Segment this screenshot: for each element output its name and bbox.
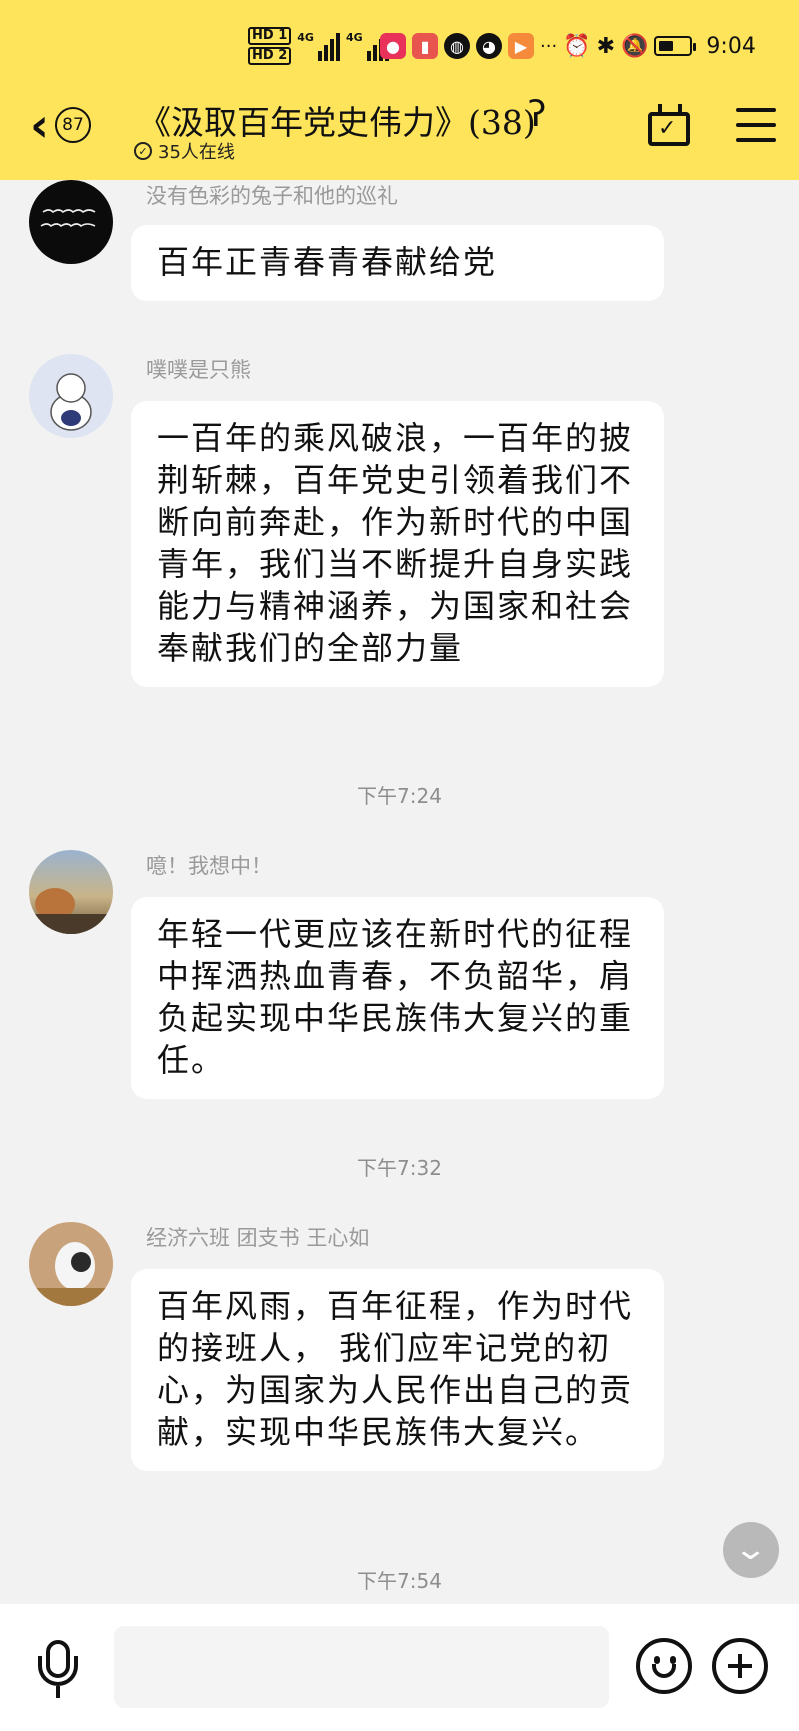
chevron-left-icon: ‹ [30, 98, 49, 152]
basketball-icon: ◍ [444, 33, 470, 59]
notification-icons: ● ▮ ◍ ◕ ▶ ··· ⏰ ✱ 🔕 9:04 [380, 26, 756, 66]
avatar[interactable] [29, 180, 113, 264]
wechat-icon: ◕ [476, 33, 502, 59]
app-red-icon: ● [380, 33, 406, 59]
sender-name[interactable]: 噫！我想中！ [146, 850, 272, 880]
signal-icon: 4G [297, 31, 340, 61]
network-indicators: HD 1 HD 2 4G 4G [248, 26, 389, 66]
bluetooth-icon: ✱ [596, 33, 616, 59]
back-button[interactable]: ‹ 87 [30, 102, 130, 148]
input-bar [0, 1604, 799, 1731]
message-bubble[interactable]: 百年风雨，百年征程，作为时代的接班人， 我们应牢记党的初心，为国家为人民作出自己… [131, 1269, 664, 1471]
avatar-image [29, 1242, 113, 1306]
menu-button[interactable] [736, 108, 776, 142]
avatar[interactable] [29, 354, 113, 438]
sender-name[interactable]: 噗噗是只熊 [146, 354, 251, 384]
timestamp: 下午7:24 [357, 784, 442, 808]
avatar[interactable] [29, 850, 113, 934]
online-status[interactable]: ✓ 35人在线 [134, 138, 235, 164]
avatar-image [40, 209, 96, 228]
clock: 9:04 [706, 33, 756, 59]
smiley-icon [652, 1664, 676, 1678]
mute-icon: 🔕 [621, 33, 649, 59]
message-input[interactable] [114, 1626, 609, 1708]
scroll-to-bottom-button[interactable]: ⌄ [723, 1522, 779, 1578]
calendar-check-button[interactable]: ✓ [646, 104, 694, 148]
unread-badge: 87 [54, 107, 91, 143]
message-bubble[interactable]: 年轻一代更应该在新时代的征程中挥洒热血青春，不负韶华，肩负起实现中华民族伟大复兴… [131, 897, 664, 1099]
message-bubble[interactable]: 一百年的乘风破浪，一百年的披荆斩棘，百年党史引领着我们不断向前奔赴，作为新时代的… [131, 401, 664, 687]
video-icon: ▶ [508, 33, 534, 59]
group-title[interactable]: 《汲取百年党史伟力》(38) [138, 96, 536, 144]
chevron-down-icon: ⌄ [733, 1532, 769, 1567]
status-bar: HD 1 HD 2 4G 4G ● ▮ ◍ ◕ ▶ ··· ⏰ ✱ 🔕 9:04 [0, 0, 799, 90]
emoji-button[interactable] [636, 1638, 692, 1694]
hd-indicator: HD 1 HD 2 [248, 27, 292, 65]
message-bubble[interactable]: 百年正青春青春献给党 [131, 225, 664, 301]
battery-icon [654, 36, 697, 56]
voice-button[interactable] [36, 1640, 80, 1700]
timestamp: 下午7:54 [357, 1569, 442, 1593]
more-dots-icon: ··· [540, 35, 558, 57]
avatar-image [50, 373, 92, 431]
book-icon: ▮ [412, 33, 438, 59]
battery-fill [659, 41, 674, 51]
sender-name[interactable]: 没有色彩的兔子和他的巡礼 [146, 180, 398, 210]
ear-icon[interactable]: ʔ [528, 94, 546, 135]
alarm-icon: ⏰ [563, 33, 591, 59]
top-bar: HD 1 HD 2 4G 4G ● ▮ ◍ ◕ ▶ ··· ⏰ ✱ 🔕 9:04… [0, 0, 799, 180]
avatar-image [29, 888, 113, 934]
timestamp: 下午7:32 [357, 1156, 442, 1180]
check-circle-icon: ✓ [134, 142, 152, 160]
online-count: 35人在线 [158, 142, 235, 163]
add-button[interactable] [712, 1638, 768, 1694]
sender-name[interactable]: 经济六班 团支书 王心如 [146, 1222, 369, 1252]
avatar[interactable] [29, 1222, 113, 1306]
chat-header: ‹ 87 《汲取百年党史伟力》(38) ʔ ✓ 35人在线 ✓ [0, 90, 799, 180]
